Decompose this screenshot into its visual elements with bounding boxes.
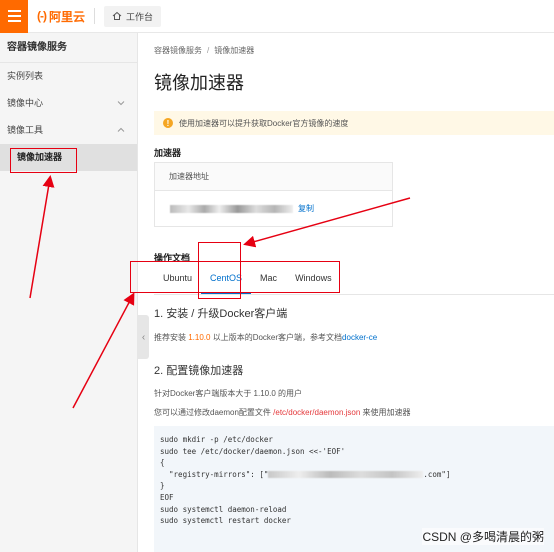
breadcrumb-item-current: 镜像加速器 xyxy=(214,46,255,55)
breadcrumb: 容器镜像服务 / 镜像加速器 xyxy=(154,45,254,56)
code-line: sudo mkdir -p /etc/docker xyxy=(160,435,273,444)
chevron-left-icon: ‹ xyxy=(141,331,146,343)
warning-icon: ! xyxy=(163,118,173,128)
sidebar-item-image-tools[interactable]: 镜像工具 xyxy=(0,117,137,144)
code-line-mirrors-tail: .com"] xyxy=(423,469,451,479)
config-text-pre: 您可以通过修改daemon配置文件 xyxy=(154,408,274,417)
breadcrumb-separator: / xyxy=(207,46,210,55)
sidebar-item-instances[interactable]: 实例列表 xyxy=(0,63,137,90)
code-line-mirrors: "registry-mirrors": [" .com"] xyxy=(160,469,548,481)
logo-text: 阿里云 xyxy=(49,9,86,24)
sidebar-item-label: 镜像工具 xyxy=(7,125,44,135)
accelerator-url: 复制 xyxy=(170,203,314,214)
install-text: 推荐安装 1.10.0 以上版本的Docker客户端，参考文档docker-ce xyxy=(154,332,377,343)
sidebar-item-label: 实例列表 xyxy=(7,71,44,81)
divider xyxy=(94,8,96,24)
code-line-mirrors-head: "registry-mirrors": [" xyxy=(160,469,269,479)
code-line: sudo systemctl daemon-reload xyxy=(160,504,287,514)
notice-text: 使用加速器可以提升获取Docker官方镜像的速度 xyxy=(179,118,349,128)
config-text-path: 您可以通过修改daemon配置文件 /etc/docker/daemon.jso… xyxy=(154,407,411,418)
install-text-mid: 以上版本的Docker客户端，参考文档 xyxy=(210,333,343,342)
notice-banner: ! 使用加速器可以提升获取Docker官方镜像的速度 xyxy=(154,111,554,135)
breadcrumb-item-service[interactable]: 容器镜像服务 xyxy=(154,46,202,55)
config-heading: 2. 配置镜像加速器 xyxy=(154,365,244,377)
config-text-version: 针对Docker客户端版本大于 1.10.0 的用户 xyxy=(154,389,303,398)
sidebar-collapse-button[interactable]: ‹ xyxy=(138,315,149,359)
annotation-box-os-tabs xyxy=(130,261,340,293)
page-title: 镜像加速器 xyxy=(154,73,244,93)
docker-ce-link[interactable]: docker-ce xyxy=(342,333,377,342)
aliyun-logo[interactable]: (-) 阿里云 xyxy=(37,8,85,25)
chevron-up-icon xyxy=(117,127,125,132)
code-line: { xyxy=(160,458,165,468)
accelerator-label: 加速器 xyxy=(154,148,182,158)
copy-link[interactable]: 复制 xyxy=(298,203,314,214)
install-version: 1.10.0 xyxy=(188,333,211,342)
workbench-label: 工作台 xyxy=(126,11,154,22)
code-line: sudo tee /etc/docker/daemon.json <<-'EOF… xyxy=(160,446,346,456)
sidebar-title: 容器镜像服务 xyxy=(0,33,137,63)
watermark: CSDN @多喝清晨的粥 xyxy=(422,528,544,545)
logo-mark: (-) xyxy=(37,9,47,23)
config-path: /etc/docker/daemon.json xyxy=(273,408,361,417)
sidebar-item-image-center[interactable]: 镜像中心 xyxy=(0,90,137,117)
chevron-down-icon xyxy=(117,101,125,106)
accelerator-table: 加速器地址 复制 xyxy=(154,162,393,227)
top-bar: (-) 阿里云 工作台 xyxy=(0,0,554,33)
sidebar-item-label: 镜像中心 xyxy=(7,98,44,108)
menu-icon[interactable] xyxy=(0,0,28,33)
config-text-post: 来使用加速器 xyxy=(360,408,411,417)
workbench-button[interactable]: 工作台 xyxy=(104,5,162,27)
sidebar: 容器镜像服务 实例列表 镜像中心 镜像工具 镜像加速器 xyxy=(0,33,138,552)
accelerator-table-header: 加速器地址 xyxy=(155,163,392,191)
redacted-url xyxy=(170,204,293,213)
home-icon xyxy=(112,11,122,20)
annotation-box-sidebar-item xyxy=(10,148,77,173)
install-heading: 1. 安装 / 升级Docker客户端 xyxy=(154,308,288,320)
redacted-mirror-url xyxy=(268,471,424,479)
code-line: } xyxy=(160,481,165,491)
code-line: sudo systemctl restart docker xyxy=(160,516,291,526)
install-text-pre: 推荐安装 xyxy=(154,333,189,342)
code-line: EOF xyxy=(160,492,174,502)
